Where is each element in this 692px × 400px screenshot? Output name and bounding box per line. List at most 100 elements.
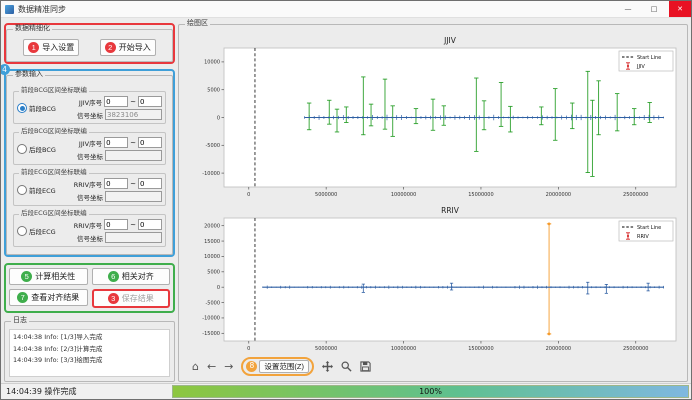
- seq-to-input[interactable]: [138, 96, 162, 107]
- chart-rriv[interactable]: RRIV050000001000000015000000200000002500…: [184, 203, 682, 355]
- set-range-button[interactable]: 设置范围(Z): [259, 360, 309, 373]
- minimize-button[interactable]: —: [617, 1, 639, 17]
- seq-label: JJIV序号: [79, 138, 102, 148]
- range-separator: ~: [130, 221, 136, 229]
- range-separator: ~: [130, 98, 136, 106]
- svg-text:5000: 5000: [207, 88, 220, 94]
- radio-label: 后段ECG: [29, 226, 56, 236]
- radio-front-bcg[interactable]: 前段BCG: [17, 103, 62, 113]
- app-window: 数据精准同步 — □ ✕ 数据精细化 1 导入设置 2 开始: [0, 0, 692, 400]
- title-bar: 数据精准同步 — □ ✕: [1, 1, 691, 18]
- radio-label: 后段BCG: [29, 144, 56, 154]
- correlation-align-label: 相关对齐: [122, 271, 154, 282]
- annotation-rect-import: 数据精细化 1 导入设置 2 开始导入: [4, 23, 175, 64]
- progress-label: 100%: [419, 387, 442, 396]
- seq-from-input[interactable]: [104, 137, 128, 148]
- pan-icon[interactable]: [322, 361, 333, 372]
- back-icon[interactable]: ←: [207, 361, 216, 372]
- svg-text:15000000: 15000000: [468, 192, 493, 198]
- svg-text:25000000: 25000000: [623, 192, 648, 198]
- svg-text:5000000: 5000000: [315, 192, 337, 198]
- coord-input[interactable]: [105, 191, 162, 202]
- status-bar: 14:04:39 操作完成 100%: [1, 383, 691, 399]
- param-subgroup-back-bcg: 后段BCG区间坐标联编 后段BCG JJIV序号 ~: [13, 132, 166, 165]
- badge-2: 2: [105, 42, 116, 53]
- svg-text:RRIV: RRIV: [637, 234, 649, 240]
- start-import-button[interactable]: 2 开始导入: [100, 39, 156, 56]
- param-subgroup-title: 后段ECG区间坐标联编: [19, 210, 89, 217]
- svg-text:20000: 20000: [204, 223, 220, 229]
- chart-jjiv[interactable]: JJIV 0 5000000 10000000 15000000 20000000 2500…: [184, 33, 682, 201]
- zoom-icon[interactable]: [341, 361, 352, 372]
- import-settings-button[interactable]: 1 导入设置: [23, 39, 79, 56]
- log-group: 日志 14:04:38 Info: [1/3]导入完成 14:04:38 Inf…: [4, 321, 175, 382]
- log-line: 14:04:39 Info: [3/3]绘图完成: [13, 355, 166, 367]
- svg-text:20000000: 20000000: [546, 192, 571, 198]
- param-subgroup-back-ecg: 后段ECG区间坐标联编 后段ECG RRIV序号 ~: [13, 214, 166, 247]
- badge-4: 4: [0, 64, 10, 75]
- coord-label: 信号坐标: [77, 151, 103, 161]
- log-group-title: 日志: [11, 317, 29, 324]
- svg-text:-10000: -10000: [202, 171, 220, 177]
- svg-text:-15000: -15000: [202, 331, 220, 337]
- badge-8: 8: [246, 361, 257, 372]
- svg-text:10000000: 10000000: [391, 192, 416, 198]
- seq-from-input[interactable]: [104, 178, 128, 189]
- radio-icon: [17, 185, 27, 195]
- seq-from-input[interactable]: [104, 219, 128, 230]
- forward-icon[interactable]: →: [224, 361, 233, 372]
- coord-input[interactable]: [105, 232, 162, 243]
- close-button[interactable]: ✕: [669, 1, 691, 17]
- annotation-ellipse-range: 8 设置范围(Z): [241, 357, 314, 376]
- import-settings-label: 导入设置: [42, 42, 74, 53]
- coord-label: 信号坐标: [77, 192, 103, 202]
- svg-text:5000000: 5000000: [315, 346, 337, 352]
- param-subgroup-title: 前段BCG区间坐标联编: [19, 87, 89, 94]
- view-align-result-button[interactable]: 7 查看对齐结果: [9, 289, 88, 306]
- badge-7: 7: [17, 292, 28, 303]
- svg-text:5000: 5000: [207, 270, 220, 276]
- plot-toolbar: ⌂ ← → 8 设置范围(Z): [192, 357, 682, 375]
- log-line: 14:04:38 Info: [1/3]导入完成: [13, 332, 166, 344]
- progress-bar: 100%: [172, 385, 689, 398]
- refine-group-title: 数据精细化: [13, 25, 52, 32]
- radio-icon: [17, 144, 27, 154]
- save-result-button[interactable]: 3 保存结果: [94, 291, 169, 306]
- save-icon[interactable]: [360, 361, 371, 372]
- right-panel: 绘图区 JJIV05000000100000001500000020000000…: [176, 17, 691, 384]
- left-panel: 数据精细化 1 导入设置 2 开始导入 4: [1, 17, 176, 384]
- seq-to-input[interactable]: [138, 178, 162, 189]
- params-group-title: 参数输入: [13, 71, 45, 78]
- calc-correlation-button[interactable]: 5 计算相关性: [9, 268, 88, 285]
- radio-icon: [17, 103, 27, 113]
- charts-container: JJIV 0 5000000 10000000 15000000 20000000 2500…: [184, 33, 682, 355]
- seq-from-input[interactable]: [104, 96, 128, 107]
- annotation-rect-save: 3 保存结果: [92, 289, 171, 308]
- coord-input[interactable]: [105, 109, 162, 120]
- param-subgroup-title: 前段ECG区间坐标联编: [19, 169, 89, 176]
- range-separator: ~: [130, 180, 136, 188]
- coord-input[interactable]: [105, 150, 162, 161]
- svg-text:25000000: 25000000: [623, 346, 648, 352]
- svg-text:0: 0: [247, 192, 250, 198]
- radio-back-bcg[interactable]: 后段BCG: [17, 144, 62, 154]
- svg-text:0: 0: [217, 285, 220, 291]
- radio-label: 前段BCG: [29, 103, 56, 113]
- svg-text:-5000: -5000: [205, 143, 220, 149]
- home-icon[interactable]: ⌂: [192, 361, 199, 372]
- radio-front-ecg[interactable]: 前段ECG: [17, 185, 62, 195]
- seq-to-input[interactable]: [138, 219, 162, 230]
- coord-label: 信号坐标: [77, 110, 103, 120]
- maximize-button[interactable]: □: [643, 1, 665, 17]
- badge-6: 6: [108, 271, 119, 282]
- calc-correlation-label: 计算相关性: [35, 271, 75, 282]
- seq-to-input[interactable]: [138, 137, 162, 148]
- params-group: 参数输入 前段BCG区间坐标联编 前段BCG JJIV序号 ~: [6, 75, 173, 255]
- radio-back-ecg[interactable]: 后段ECG: [17, 226, 62, 236]
- svg-text:JJIV: JJIV: [636, 64, 645, 70]
- actions-grid: 5 计算相关性 6 相关对齐 7 查看对齐结果 3 保存结果: [6, 265, 173, 311]
- correlation-align-button[interactable]: 6 相关对齐: [92, 268, 171, 285]
- save-result-label: 保存结果: [122, 293, 154, 304]
- badge-1: 1: [28, 42, 39, 53]
- svg-text:Start Line: Start Line: [637, 55, 661, 61]
